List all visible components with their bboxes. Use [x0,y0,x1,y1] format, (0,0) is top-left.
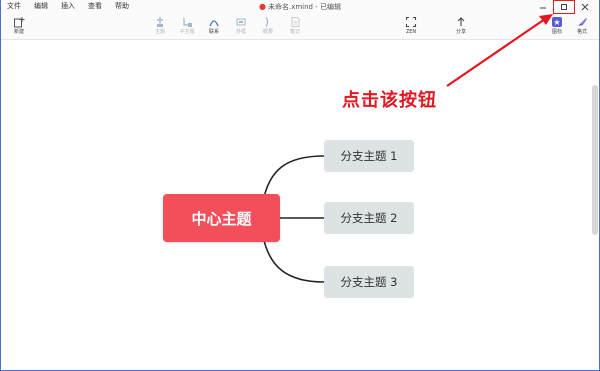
annotation-text: 点击该按钮 [342,90,437,111]
new-icon [13,16,25,28]
xmind-window: 文件 编辑 插入 查看 帮助 ● 未命名.xmind - 已编辑 新建 主题 子… [0,0,600,371]
share-button[interactable]: 分享 [447,16,475,36]
svg-text:★: ★ [553,18,560,27]
subtopic-label: 子主题 [179,29,195,35]
icon-panel-button[interactable]: ★ 图标 [543,16,571,36]
central-topic-text: 中心主题 [191,209,252,228]
topic-button[interactable]: 主题 [146,16,174,36]
window-controls [533,0,595,14]
fullscreen-icon [405,16,417,28]
note-button[interactable]: 笔记 [281,16,309,36]
title-bar: 文件 编辑 插入 查看 帮助 ● 未命名.xmind - 已编辑 [1,0,599,14]
share-label: 分享 [455,29,466,35]
format-button[interactable]: 格式 [568,16,596,36]
mindmap-canvas[interactable] [1,41,599,370]
branch-topic-1[interactable]: 分支主题 1 [324,140,414,172]
branch-topic-3-text: 分支主题 3 [340,275,398,289]
topic-label: 主题 [154,29,165,35]
menu-edit[interactable]: 编辑 [34,1,48,12]
new-button[interactable]: 新建 [5,16,33,36]
zen-label: ZEN [405,29,417,35]
central-topic[interactable]: 中心主题 [163,194,280,242]
branch-topic-2[interactable]: 分支主题 2 [324,202,414,234]
new-label: 新建 [13,29,24,35]
note-icon [289,16,301,28]
maximize-icon [561,4,567,10]
document-title-text: 未命名.xmind - 已编辑 [267,3,341,11]
unsaved-dot-icon: ● [259,2,266,11]
menu-file[interactable]: 文件 [7,1,21,12]
summary-label: 外框 [235,29,246,35]
close-icon [581,3,589,11]
toolbar: 新建 主题 子主题 联系 外框 概要 笔记 ZEN 分享 ★ 图标 格式 [1,14,599,40]
zen-button[interactable]: ZEN [397,16,425,36]
summary-button[interactable]: 外框 [227,16,255,36]
note-label: 笔记 [289,29,300,35]
close-button[interactable] [575,0,595,14]
subtopic-button[interactable]: 子主题 [173,16,201,36]
star-icon: ★ [551,16,563,28]
maximize-button[interactable] [553,0,575,14]
brush-icon [576,16,588,28]
format-label: 格式 [576,29,587,35]
boundary-button[interactable]: 概要 [254,16,282,36]
branch-topic-3[interactable]: 分支主题 3 [324,266,414,298]
summary-icon [235,16,247,28]
minimize-button[interactable] [533,0,553,14]
boundary-icon [262,16,274,28]
boundary-label: 概要 [262,29,273,35]
menu-help[interactable]: 帮助 [115,1,129,12]
relationship-button[interactable]: 联系 [200,16,228,36]
subtopic-icon [181,16,193,28]
branch-topic-1-text: 分支主题 1 [340,149,398,163]
topic-icon [154,16,166,28]
icon-panel-label: 图标 [551,29,562,35]
menu-view[interactable]: 查看 [88,1,102,12]
relationship-label: 联系 [208,29,219,35]
menu-insert[interactable]: 插入 [61,1,75,12]
share-icon [455,16,467,28]
relationship-icon [208,16,220,28]
minimize-icon [540,7,546,9]
menu-bar: 文件 编辑 插入 查看 帮助 [7,1,129,12]
vertical-scrollbar[interactable] [592,85,598,235]
branch-topic-2-text: 分支主题 2 [340,211,398,225]
